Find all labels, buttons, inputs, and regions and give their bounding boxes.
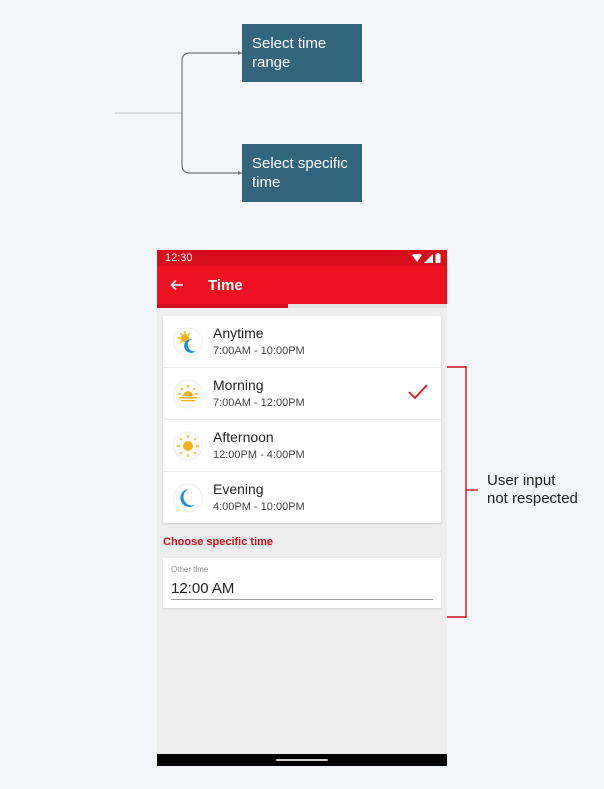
sun-icon xyxy=(170,428,206,464)
annotation-line-2: not respected xyxy=(487,490,578,507)
option-anytime[interactable]: Anytime 7:00AM - 10:00PM xyxy=(163,316,441,368)
home-gesture-handle[interactable] xyxy=(276,759,328,761)
option-afternoon[interactable]: Afternoon 12:00PM - 4:00PM xyxy=(163,420,441,472)
option-label: Morning xyxy=(213,377,264,393)
option-time-range: 7:00AM - 12:00PM xyxy=(213,397,305,409)
option-time-range: 7:00AM - 10:00PM xyxy=(213,345,305,357)
option-morning[interactable]: Morning 7:00AM - 12:00PM xyxy=(163,368,441,420)
specific-time-heading: Choose specific time xyxy=(163,536,274,548)
sun-moon-icon xyxy=(170,324,206,360)
select-time-range-box: Select time range xyxy=(242,24,362,82)
status-icons xyxy=(412,253,441,263)
select-specific-time-box: Select specific time xyxy=(242,144,362,202)
option-time-range: 4:00PM - 10:00PM xyxy=(213,501,305,513)
moon-icon xyxy=(170,480,206,516)
other-time-label: Other time xyxy=(171,565,209,574)
checkmark-icon xyxy=(408,384,428,400)
status-time: 12:30 xyxy=(165,252,193,264)
status-bar: 12:30 xyxy=(157,250,447,266)
navigation-bar xyxy=(157,754,447,766)
other-time-input[interactable]: 12:00 AM xyxy=(171,580,433,600)
page-title: Time xyxy=(208,276,243,294)
annotation-line-1: User input xyxy=(487,472,556,489)
progress-bar xyxy=(157,304,447,308)
option-evening[interactable]: Evening 4:00PM - 10:00PM xyxy=(163,472,441,523)
annotation-text: User input not respected xyxy=(487,472,602,508)
other-time-field[interactable]: Other time 12:00 AM xyxy=(163,558,441,608)
arrow-left-icon xyxy=(170,279,183,291)
option-time-range: 12:00PM - 4:00PM xyxy=(213,449,305,461)
time-options-list: Anytime 7:00AM - 10:00PM Morning 7:00AM … xyxy=(163,316,441,523)
progress-fill xyxy=(157,304,288,308)
sunrise-icon xyxy=(170,376,206,412)
wifi-icon xyxy=(412,253,422,262)
phone-screen: 12:30 Time Anytime 7:00AM - 10:00PM Morn… xyxy=(157,250,447,766)
option-label: Afternoon xyxy=(213,429,274,445)
option-label: Evening xyxy=(213,481,264,497)
battery-icon xyxy=(435,253,441,263)
signal-icon xyxy=(424,253,433,263)
back-button[interactable] xyxy=(157,266,197,304)
app-bar: Time xyxy=(157,266,447,304)
option-label: Anytime xyxy=(213,325,264,341)
